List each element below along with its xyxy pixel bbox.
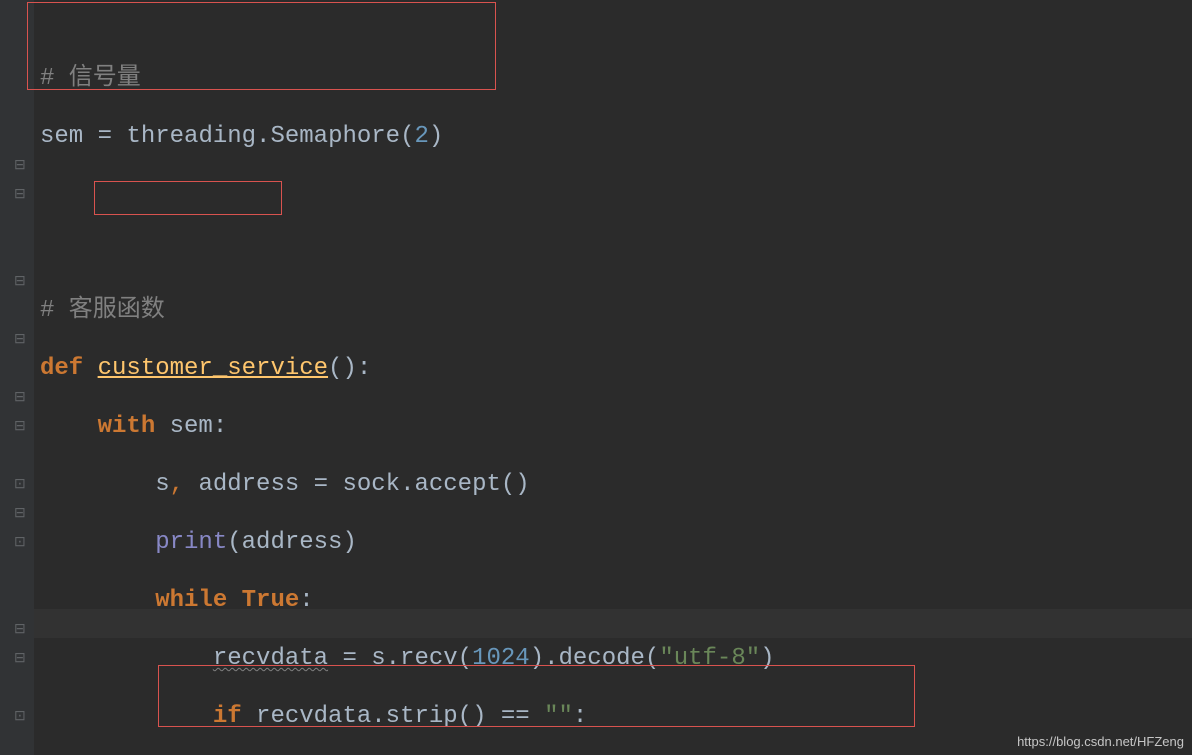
watermark-text: https://blog.csdn.net/HFZeng: [1017, 734, 1184, 749]
code-line: print(address): [40, 528, 1186, 557]
fold-icon[interactable]: ⊟: [14, 334, 26, 346]
fold-icon[interactable]: ⊟: [14, 653, 26, 665]
code-line: sem = threading.Semaphore(2): [40, 122, 1186, 151]
fold-icon[interactable]: ⊟: [14, 189, 26, 201]
fold-icon[interactable]: ⊡: [14, 711, 26, 723]
fold-icon[interactable]: ⊟: [14, 392, 26, 404]
code-line: s, address = sock.accept(): [40, 470, 1186, 499]
code-area[interactable]: # 信号量 sem = threading.Semaphore(2) # 客服函…: [34, 0, 1192, 755]
code-line: if recvdata.strip() == "":: [40, 702, 1186, 731]
fold-icon[interactable]: ⊟: [14, 421, 26, 433]
fold-icon[interactable]: ⊟: [14, 160, 26, 172]
code-line: # 信号量: [40, 64, 1186, 93]
fold-icon[interactable]: ⊟: [14, 276, 26, 288]
code-line: def customer_service():: [40, 354, 1186, 383]
code-editor[interactable]: ⊟ ⊟ ⊟ ⊟ ⊟ ⊟ ⊡ ⊟ ⊡ ⊟ ⊟ ⊡ # 信号量 sem = thre…: [0, 0, 1192, 755]
fold-icon[interactable]: ⊟: [14, 508, 26, 520]
code-line: with sem:: [40, 412, 1186, 441]
code-line: # 客服函数: [40, 296, 1186, 325]
fold-icon[interactable]: ⊡: [14, 537, 26, 549]
code-line: recvdata = s.recv(1024).decode("utf-8"): [40, 644, 1186, 673]
fold-icon[interactable]: ⊟: [14, 624, 26, 636]
fold-icon[interactable]: ⊡: [14, 479, 26, 491]
gutter: ⊟ ⊟ ⊟ ⊟ ⊟ ⊟ ⊡ ⊟ ⊡ ⊟ ⊟ ⊡: [0, 0, 34, 755]
code-line: while True:: [40, 586, 1186, 615]
